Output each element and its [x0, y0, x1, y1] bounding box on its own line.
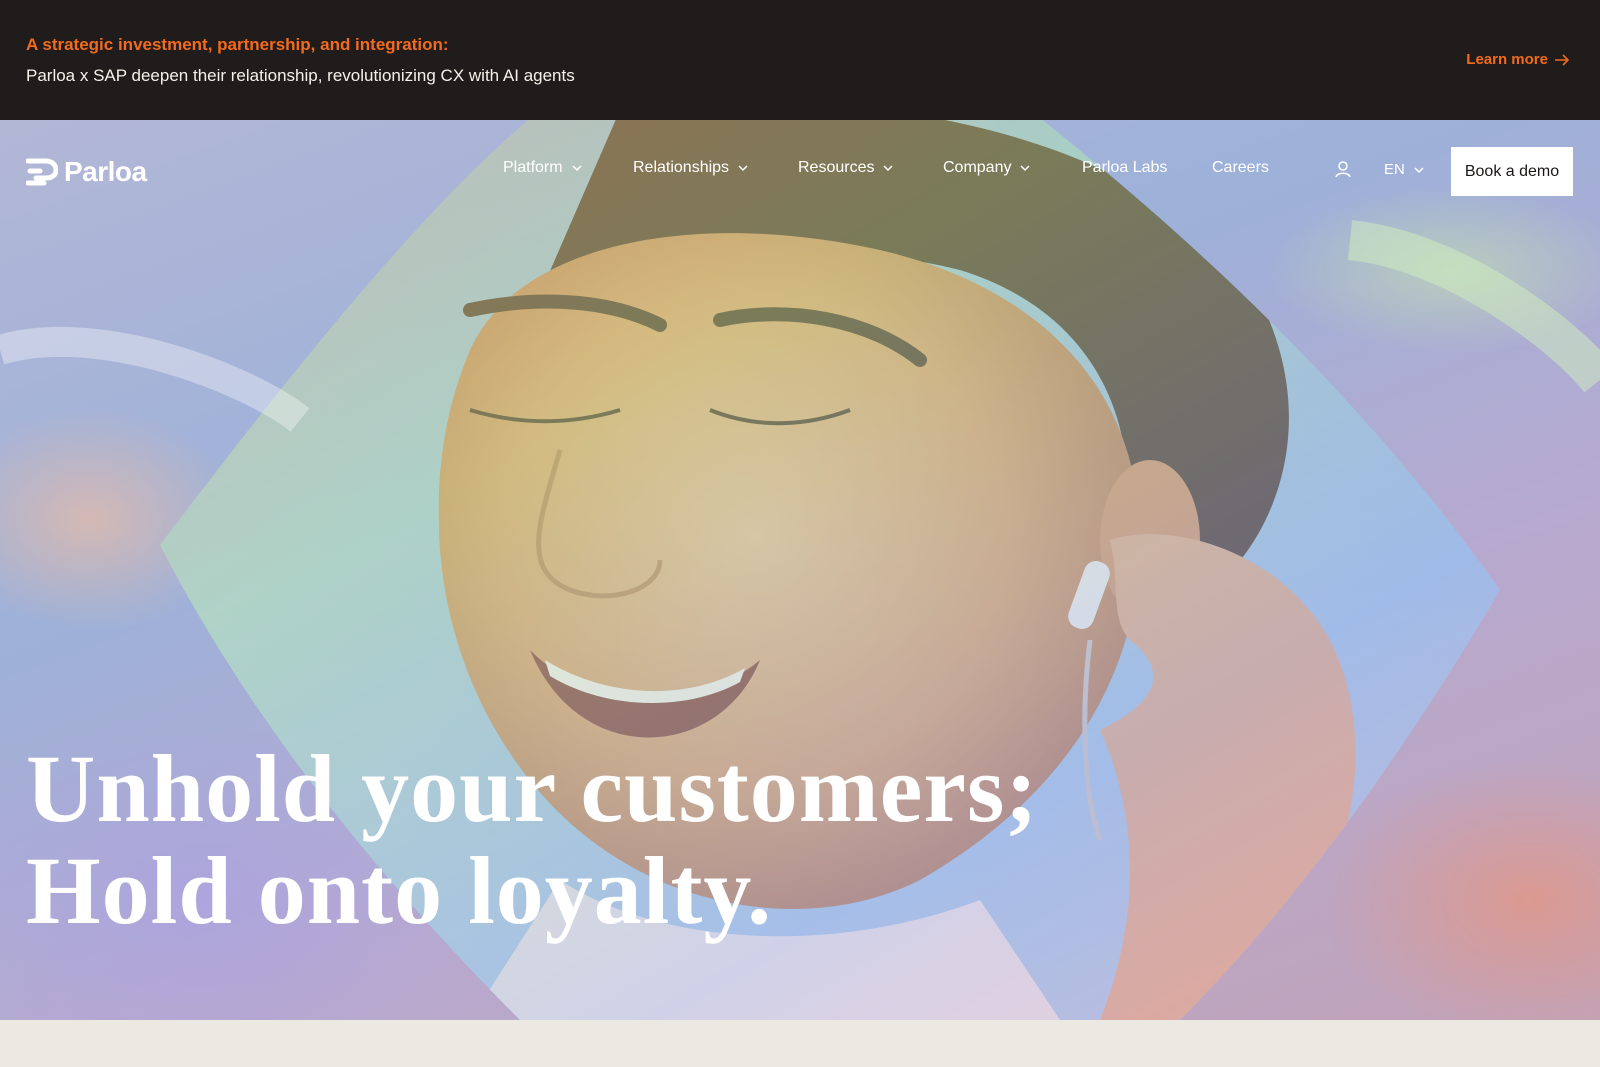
hero-title: Unhold your customers; Hold onto loyalty…: [26, 738, 1038, 942]
next-section: [0, 1020, 1600, 1067]
nav-company[interactable]: Company: [943, 159, 1031, 177]
chevron-down-icon: [1020, 165, 1031, 172]
brand-name: Parloa: [64, 156, 147, 187]
main-navigation: Parloa Platform Relationships Resources …: [0, 120, 1600, 220]
hero-section: Parloa Platform Relationships Resources …: [0, 120, 1600, 1020]
parloa-logo[interactable]: Parloa: [26, 156, 147, 188]
nav-label: Careers: [1212, 159, 1269, 176]
announcement-kicker: A strategic investment, partnership, and…: [26, 35, 449, 54]
hero-title-line-2: Hold onto loyalty.: [26, 837, 773, 944]
chevron-down-icon: [738, 165, 748, 172]
arrow-right-icon: [1555, 53, 1570, 66]
nav-careers[interactable]: Careers: [1212, 159, 1269, 177]
learn-more-label: Learn more: [1466, 51, 1548, 68]
nav-label: Platform: [503, 159, 563, 176]
nav-relationships[interactable]: Relationships: [633, 159, 749, 177]
nav-label: Parloa Labs: [1082, 159, 1168, 176]
book-demo-button[interactable]: Book a demo: [1451, 147, 1573, 196]
nav-resources[interactable]: Resources: [798, 159, 894, 177]
parloa-logo-icon: [26, 158, 58, 186]
announcement-bar: A strategic investment, partnership, and…: [0, 0, 1600, 120]
learn-more-link[interactable]: Learn more: [1466, 51, 1570, 68]
chevron-down-icon: [1414, 166, 1424, 173]
nav-parloa-labs[interactable]: Parloa Labs: [1082, 159, 1167, 177]
nav-platform[interactable]: Platform: [503, 159, 583, 177]
chevron-down-icon: [572, 165, 582, 172]
nav-label: Resources: [798, 159, 875, 176]
language-label: EN: [1384, 161, 1405, 178]
chevron-down-icon: [883, 165, 894, 172]
nav-label: Company: [943, 159, 1012, 176]
language-selector[interactable]: EN: [1384, 161, 1425, 178]
user-icon[interactable]: [1334, 160, 1352, 178]
nav-label: Relationships: [633, 159, 730, 176]
announcement-headline: Parloa x SAP deepen their relationship, …: [26, 66, 575, 85]
hero-title-line-1: Unhold your customers;: [26, 735, 1039, 842]
